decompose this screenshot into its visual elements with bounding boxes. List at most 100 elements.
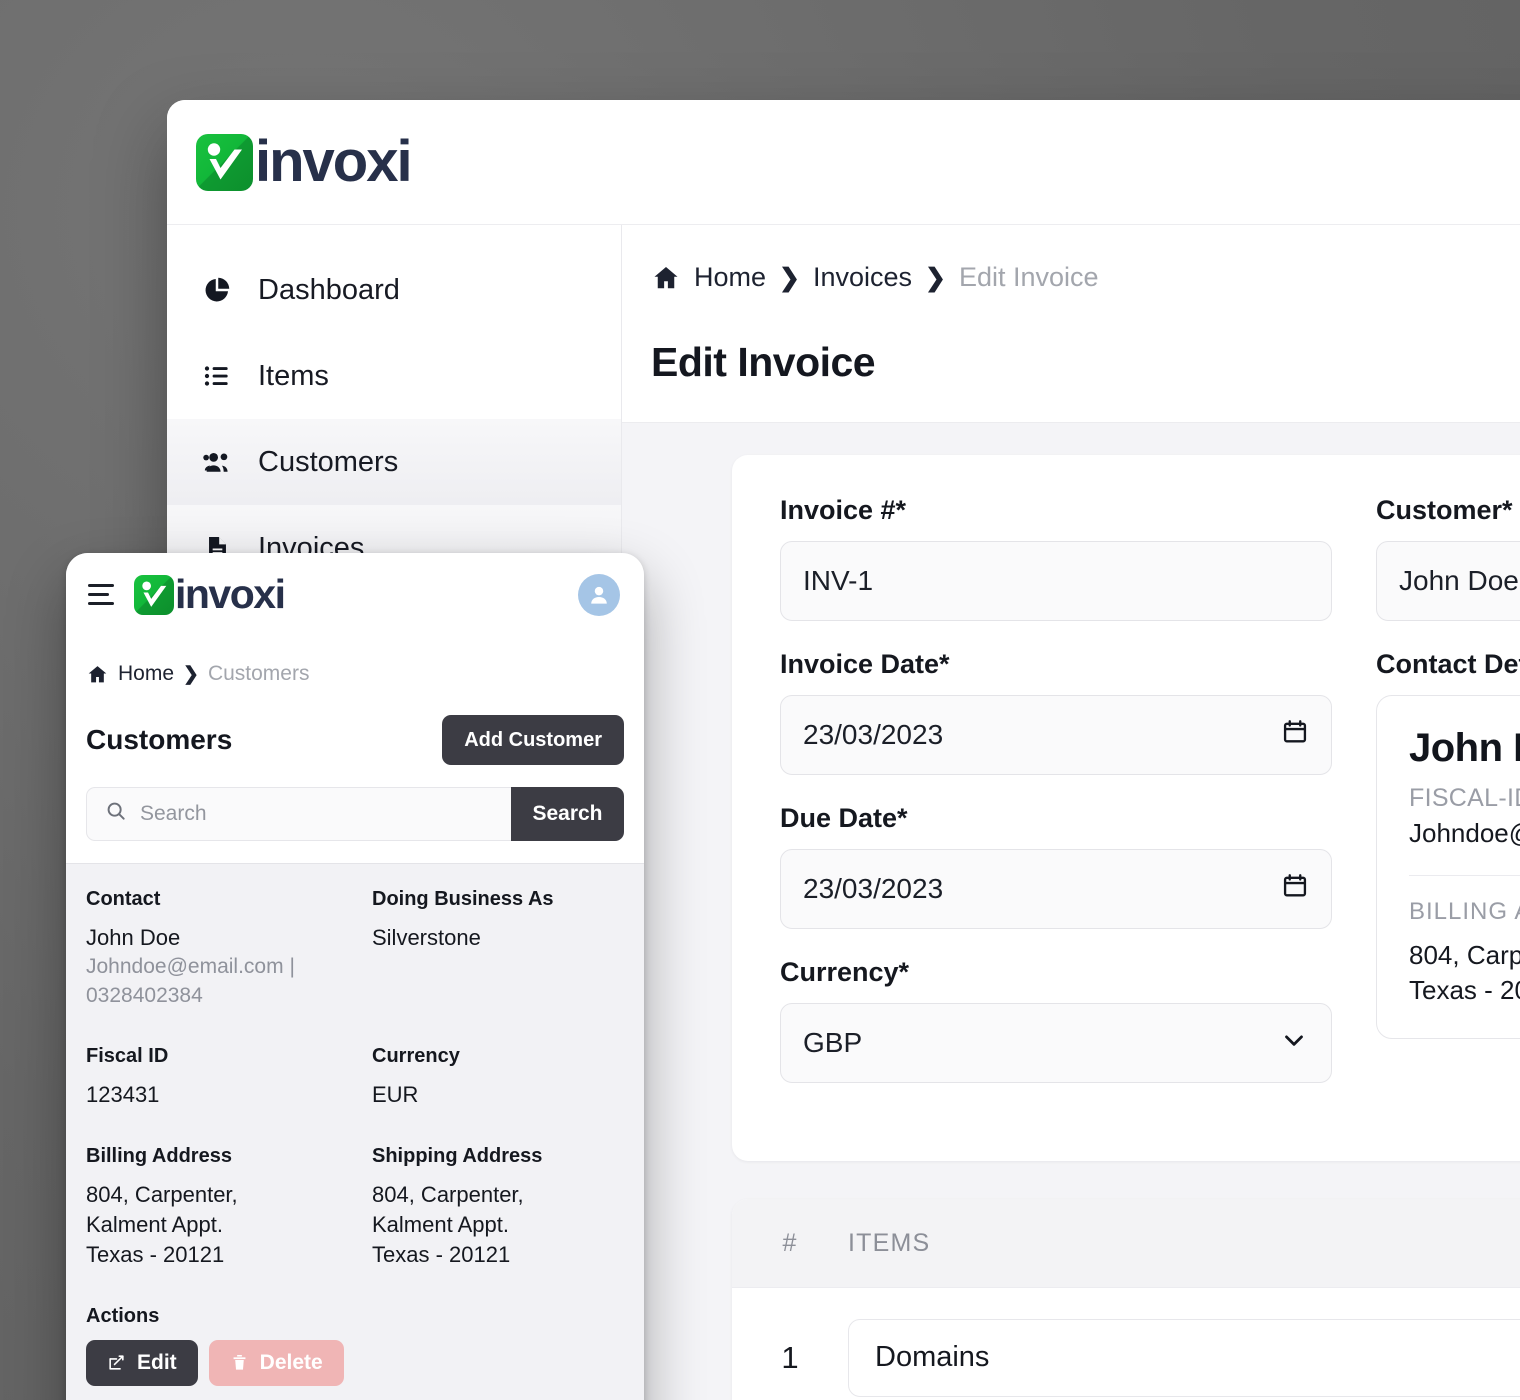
due-date-input[interactable]: 23/03/2023 <box>780 849 1332 929</box>
sidebar-item-label: Dashboard <box>258 273 400 306</box>
breadcrumb-invoices[interactable]: Invoices <box>813 262 912 293</box>
content-area: Invoice #* INV-1 Invoice Date* 23/03/202… <box>622 422 1520 1400</box>
user-avatar-icon[interactable] <box>578 573 620 616</box>
app-logo[interactable]: invoxi <box>196 129 413 194</box>
invoxi-logo-icon <box>134 574 174 615</box>
customer-billing-column: Billing Address 804, Carpenter, Kalment … <box>86 1145 372 1271</box>
table-row: 1 Domains <box>732 1287 1520 1400</box>
hamburger-icon[interactable] <box>88 580 118 610</box>
customer-address-row: Billing Address 804, Carpenter, Kalment … <box>86 1145 624 1271</box>
pencil-square-icon <box>107 1353 126 1372</box>
brand-wordmark: invoxi <box>255 129 413 194</box>
search-placeholder: Search <box>140 802 207 825</box>
invoxi-logo-icon <box>196 133 253 191</box>
invoice-date-label: Invoice Date* <box>780 649 950 679</box>
search-row: Search Search <box>86 787 624 863</box>
billing-address-label: BILLING ADDRESS <box>1409 898 1520 925</box>
mobile-topbar: invoxi <box>66 553 644 636</box>
sidebar-item-customers[interactable]: Customers <box>167 419 621 505</box>
customer-billing-address: 804, Carpenter, Kalment Appt. Texas - 20… <box>86 1181 238 1268</box>
delete-button[interactable]: Delete <box>208 1339 344 1386</box>
search-icon <box>105 800 127 828</box>
sidebar-item-dashboard[interactable]: Dashboard <box>167 247 621 333</box>
breadcrumb: Home ❯ Invoices ❯ Edit Invoice <box>622 225 1520 293</box>
customers-list: Contact John Doe Johndoe@email.com | 032… <box>66 863 644 1400</box>
invoice-date-value: 23/03/2023 <box>803 719 944 750</box>
people-icon <box>200 445 234 479</box>
edit-button[interactable]: Edit <box>86 1339 198 1386</box>
items-header-items: ITEMS <box>848 1228 931 1257</box>
delete-button-label: Delete <box>259 1350 323 1374</box>
invoice-form-right-column: Customer* John Doe Contact Details John … <box>1376 495 1520 1111</box>
calendar-icon[interactable] <box>1281 872 1309 907</box>
contact-name: John Doe <box>1409 726 1520 770</box>
mobile-title-row: Customers Add Customer <box>86 686 624 765</box>
currency-value: GBP <box>803 1027 863 1058</box>
page-title: Edit Invoice <box>651 339 876 385</box>
billing-address-line1: 804, Carpenter, Kalment Appt. <box>1409 940 1520 970</box>
invoice-number-label: Invoice #* <box>780 495 907 525</box>
contact-details-label: Contact Details <box>1376 649 1520 679</box>
customer-phone: 0328402384 <box>86 984 203 1008</box>
trash-icon <box>230 1353 249 1372</box>
calendar-icon[interactable] <box>1281 718 1309 753</box>
customer-fiscal-row: Fiscal ID 123431 Currency EUR <box>86 1045 624 1110</box>
search-button[interactable]: Search <box>511 787 624 841</box>
items-header-number: # <box>782 1228 798 1257</box>
item-row-number: 1 <box>781 1339 799 1375</box>
invoice-form-left-column: Invoice #* INV-1 Invoice Date* 23/03/202… <box>780 495 1332 1111</box>
dba-label: Doing Business As <box>372 888 554 910</box>
billing-address-line2: Texas - 20121 <box>1409 975 1520 1006</box>
chevron-down-icon[interactable] <box>1279 1025 1309 1062</box>
breadcrumb-home[interactable]: Home <box>118 662 174 686</box>
items-table-header: # ITEMS <box>732 1199 1520 1287</box>
brand-wordmark: invoxi <box>175 571 286 617</box>
app-logo[interactable]: invoxi <box>134 571 286 617</box>
invoice-date-input[interactable]: 23/03/2023 <box>780 695 1332 775</box>
invoice-form-card: Invoice #* INV-1 Invoice Date* 23/03/202… <box>732 455 1520 1161</box>
screenshot-stage: invoxi Dashboard Items Customers Invoice… <box>0 0 1520 1400</box>
currency-label: Currency* <box>780 957 910 987</box>
contact-label: Contact <box>86 888 161 910</box>
breadcrumb-separator: ❯ <box>779 263 800 292</box>
edit-button-label: Edit <box>137 1350 177 1374</box>
search-input[interactable]: Search <box>86 787 511 841</box>
add-customer-button[interactable]: Add Customer <box>442 715 624 765</box>
sidebar-item-label: Items <box>258 359 329 392</box>
customer-currency-column: Currency EUR <box>372 1045 460 1110</box>
pie-chart-icon <box>200 273 234 307</box>
mobile-page-header: Home ❯ Customers Customers Add Customer … <box>66 636 644 863</box>
customer-email: Johndoe@email.com <box>86 955 284 979</box>
sidebar-item-items[interactable]: Items <box>167 333 621 419</box>
home-icon[interactable] <box>651 263 681 293</box>
customer-contact-column: Contact John Doe Johndoe@email.com | 032… <box>86 888 372 1011</box>
item-name-input[interactable]: Domains <box>848 1318 1520 1397</box>
actions-row: Edit Delete <box>86 1339 624 1386</box>
customer-contact-row: Contact John Doe Johndoe@email.com | 032… <box>86 888 624 1011</box>
mobile-app-window: invoxi Home ❯ Customers Customers Add Cu… <box>66 553 644 1400</box>
customer-fiscal-id: 123431 <box>86 1082 160 1108</box>
contact-divider <box>1409 875 1520 876</box>
customer-currency: EUR <box>372 1082 419 1108</box>
customer-select[interactable]: John Doe <box>1376 541 1520 621</box>
breadcrumb-home[interactable]: Home <box>694 262 766 293</box>
invoice-number-input[interactable]: INV-1 <box>780 541 1332 621</box>
currency-label: Currency <box>372 1045 460 1068</box>
list-item: Contact John Doe Johndoe@email.com | 032… <box>66 863 644 1400</box>
currency-select[interactable]: GBP <box>780 1003 1332 1083</box>
list-icon <box>200 359 234 393</box>
sidebar-item-label: Customers <box>258 445 399 478</box>
home-icon[interactable] <box>86 663 109 686</box>
fiscal-id-label: Fiscal ID <box>86 1045 169 1068</box>
billing-address-label: Billing Address <box>86 1144 232 1167</box>
breadcrumb-current: Customers <box>207 662 310 685</box>
page-title: Customers <box>86 724 233 755</box>
contact-details-card: John Doe FISCAL-ID: Johndoe@email.com BI… <box>1376 695 1520 1040</box>
customer-shipping-address: 804, Carpenter, Kalment Appt. Texas - 20… <box>372 1181 524 1268</box>
item-name-value: Domains <box>875 1341 990 1373</box>
customer-name: John Doe <box>86 925 181 950</box>
shipping-address-label: Shipping Address <box>372 1144 543 1167</box>
customer-email-phone: Johndoe@email.com | 0328402384 <box>86 953 372 1011</box>
customer-fiscal-column: Fiscal ID 123431 <box>86 1045 372 1110</box>
breadcrumb-current: Edit Invoice <box>959 262 1099 292</box>
